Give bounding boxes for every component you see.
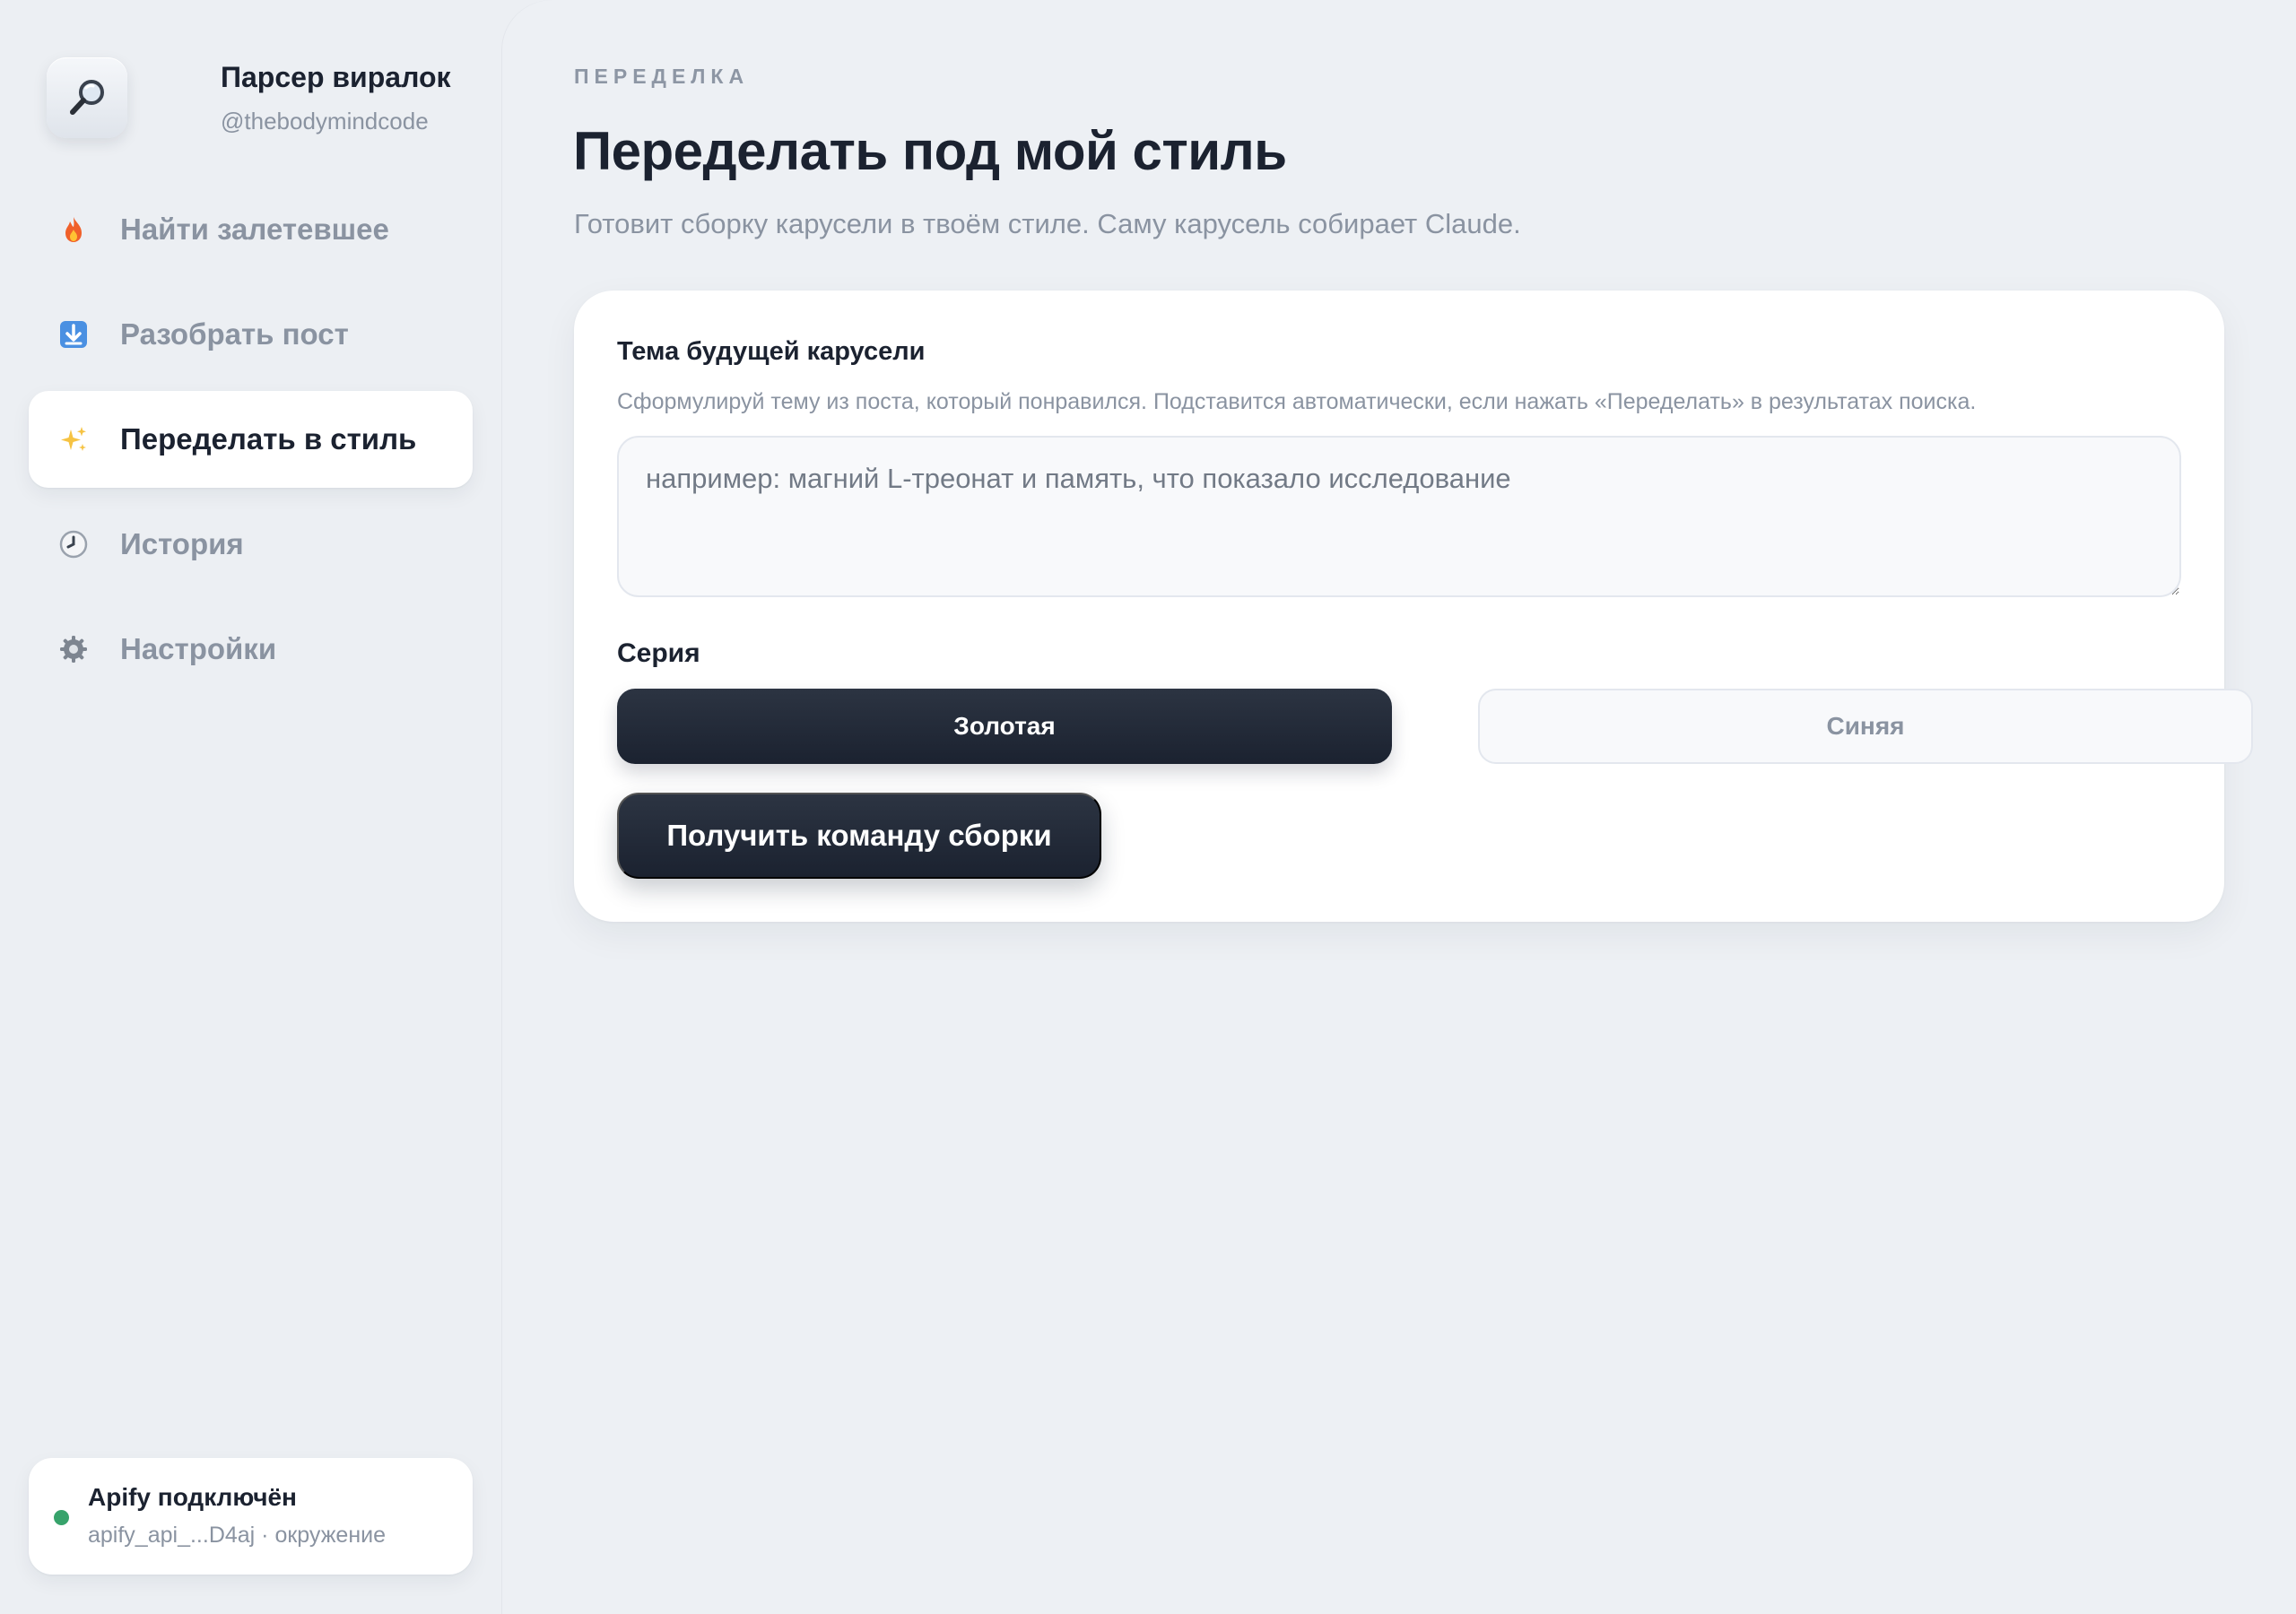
series-label: Серия — [617, 638, 700, 668]
sparkles-icon — [57, 423, 90, 456]
gear-icon — [57, 633, 90, 665]
sidebar-item-label: Переделать в стиль — [120, 422, 417, 456]
magnifier-icon — [47, 57, 127, 138]
series-option-blue[interactable]: Синяя — [1478, 689, 2253, 764]
sidebar-item-parse-post[interactable]: Разобрать пост — [29, 286, 473, 383]
sidebar-item-find-viral[interactable]: Найти залетевшее — [29, 181, 473, 278]
sidebar-nav: Найти залетевшее Разобрать пост Передела… — [29, 181, 473, 706]
status-title: Apify подключён — [88, 1483, 297, 1511]
topic-input[interactable] — [617, 436, 2181, 597]
topic-hint: Сформулируй тему из поста, который понра… — [617, 389, 1977, 414]
sidebar-item-label: История — [120, 527, 244, 560]
brand: Парсер виралок @thebodymindcode — [47, 57, 451, 138]
connection-status-card: Apify подключён apify_api_...D4aj · окру… — [29, 1458, 473, 1575]
app-window: Парсер виралок @thebodymindcode Найти за… — [0, 0, 2296, 1614]
status-dot-icon — [54, 1510, 69, 1525]
sidebar-item-label: Разобрать пост — [120, 317, 349, 351]
download-arrow-icon — [57, 318, 90, 351]
sidebar-item-history[interactable]: История — [29, 496, 473, 593]
brand-text: Парсер виралок @thebodymindcode — [221, 57, 451, 136]
series-option-gold[interactable]: Золотая — [617, 689, 1392, 764]
status-subtitle: apify_api_...D4aj · окружение — [88, 1523, 386, 1548]
topic-label: Тема будущей карусели — [617, 337, 926, 366]
fire-icon — [57, 213, 90, 246]
sidebar-item-settings[interactable]: Настройки — [29, 601, 473, 698]
main-panel: ПЕРЕДЕЛКА Переделать под мой стиль Готов… — [502, 0, 2296, 1614]
page-title: Переделать под мой стиль — [573, 121, 1287, 181]
section-eyebrow: ПЕРЕДЕЛКА — [574, 65, 750, 88]
page-subtitle: Готовит сборку карусели в твоём стиле. С… — [574, 208, 1521, 239]
clock-icon — [57, 528, 90, 560]
restyle-form-card: Тема будущей карусели Сформулируй тему и… — [574, 291, 2253, 922]
app-title: Парсер виралок — [221, 61, 451, 93]
account-handle: @thebodymindcode — [221, 108, 429, 134]
sidebar-item-label: Настройки — [120, 632, 277, 665]
sidebar: Парсер виралок @thebodymindcode Найти за… — [0, 0, 502, 1614]
get-build-command-button[interactable]: Получить команду сборки — [617, 793, 1101, 879]
sidebar-item-label: Найти залетевшее — [120, 213, 389, 246]
sidebar-item-restyle[interactable]: Переделать в стиль — [29, 391, 473, 488]
